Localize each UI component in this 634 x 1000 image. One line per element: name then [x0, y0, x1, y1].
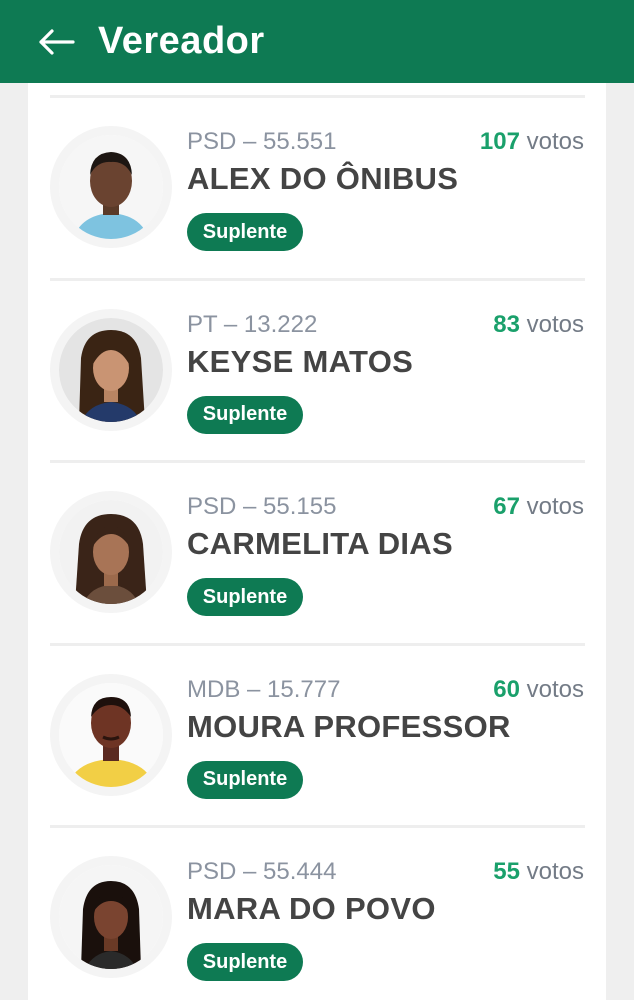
candidate-photo	[59, 682, 163, 787]
candidate-card[interactable]: PSD – 55.155 67 votos CARMELITA DIAS Sup…	[28, 463, 606, 646]
candidate-list: PSD – 55.551 107 votos ALEX DO ÔNIBUS Su…	[28, 98, 606, 1000]
party-number: PT – 13.222	[187, 310, 318, 338]
vote-count: 107 votos	[479, 128, 584, 155]
vote-count: 83 votos	[493, 310, 584, 338]
status-badge: Suplente	[187, 213, 303, 251]
app-header: Vereador	[0, 0, 634, 83]
candidate-name: MARA DO POVO	[187, 891, 436, 926]
page-title: Vereador	[98, 20, 265, 62]
party-number: PSD – 55.155	[187, 493, 337, 520]
status-badge: Suplente	[187, 578, 303, 616]
candidate-photo	[59, 135, 163, 239]
candidate-name: CARMELITA DIAS	[187, 526, 453, 561]
arrow-left-icon	[39, 28, 75, 55]
candidate-card[interactable]: PSD – 55.444 55 votos MARA DO POVO Suple…	[28, 828, 606, 1000]
vote-count: 55 votos	[493, 858, 584, 885]
candidate-name: ALEX DO ÔNIBUS	[187, 161, 459, 196]
party-number: PSD – 55.551	[187, 128, 337, 155]
candidate-card[interactable]: PSD – 55.551 107 votos ALEX DO ÔNIBUS Su…	[28, 98, 606, 281]
avatar	[50, 673, 172, 796]
candidate-name: KEYSE MATOS	[187, 343, 414, 379]
avatar	[50, 856, 172, 978]
avatar	[50, 126, 172, 248]
party-number: MDB – 15.777	[187, 675, 341, 703]
candidate-card[interactable]: PT – 13.222 83 votos KEYSE MATOS Suplent…	[28, 281, 606, 463]
status-badge: Suplente	[187, 943, 303, 981]
candidate-photo	[59, 865, 163, 969]
candidate-list-panel[interactable]: PSD – 55.551 107 votos ALEX DO ÔNIBUS Su…	[28, 83, 606, 1000]
candidate-photo	[59, 500, 163, 604]
party-number: PSD – 55.444	[187, 858, 337, 885]
status-badge: Suplente	[187, 760, 303, 799]
vote-count: 67 votos	[493, 493, 584, 520]
avatar	[50, 491, 172, 613]
avatar	[50, 308, 172, 431]
candidate-photo	[59, 317, 163, 422]
status-badge: Suplente	[187, 395, 303, 434]
back-button[interactable]	[36, 22, 76, 62]
candidate-name: MOURA PROFESSOR	[187, 708, 511, 744]
candidate-card[interactable]: MDB – 15.777 60 votos MOURA PROFESSOR Su…	[28, 646, 606, 828]
vote-count: 60 votos	[493, 675, 584, 703]
